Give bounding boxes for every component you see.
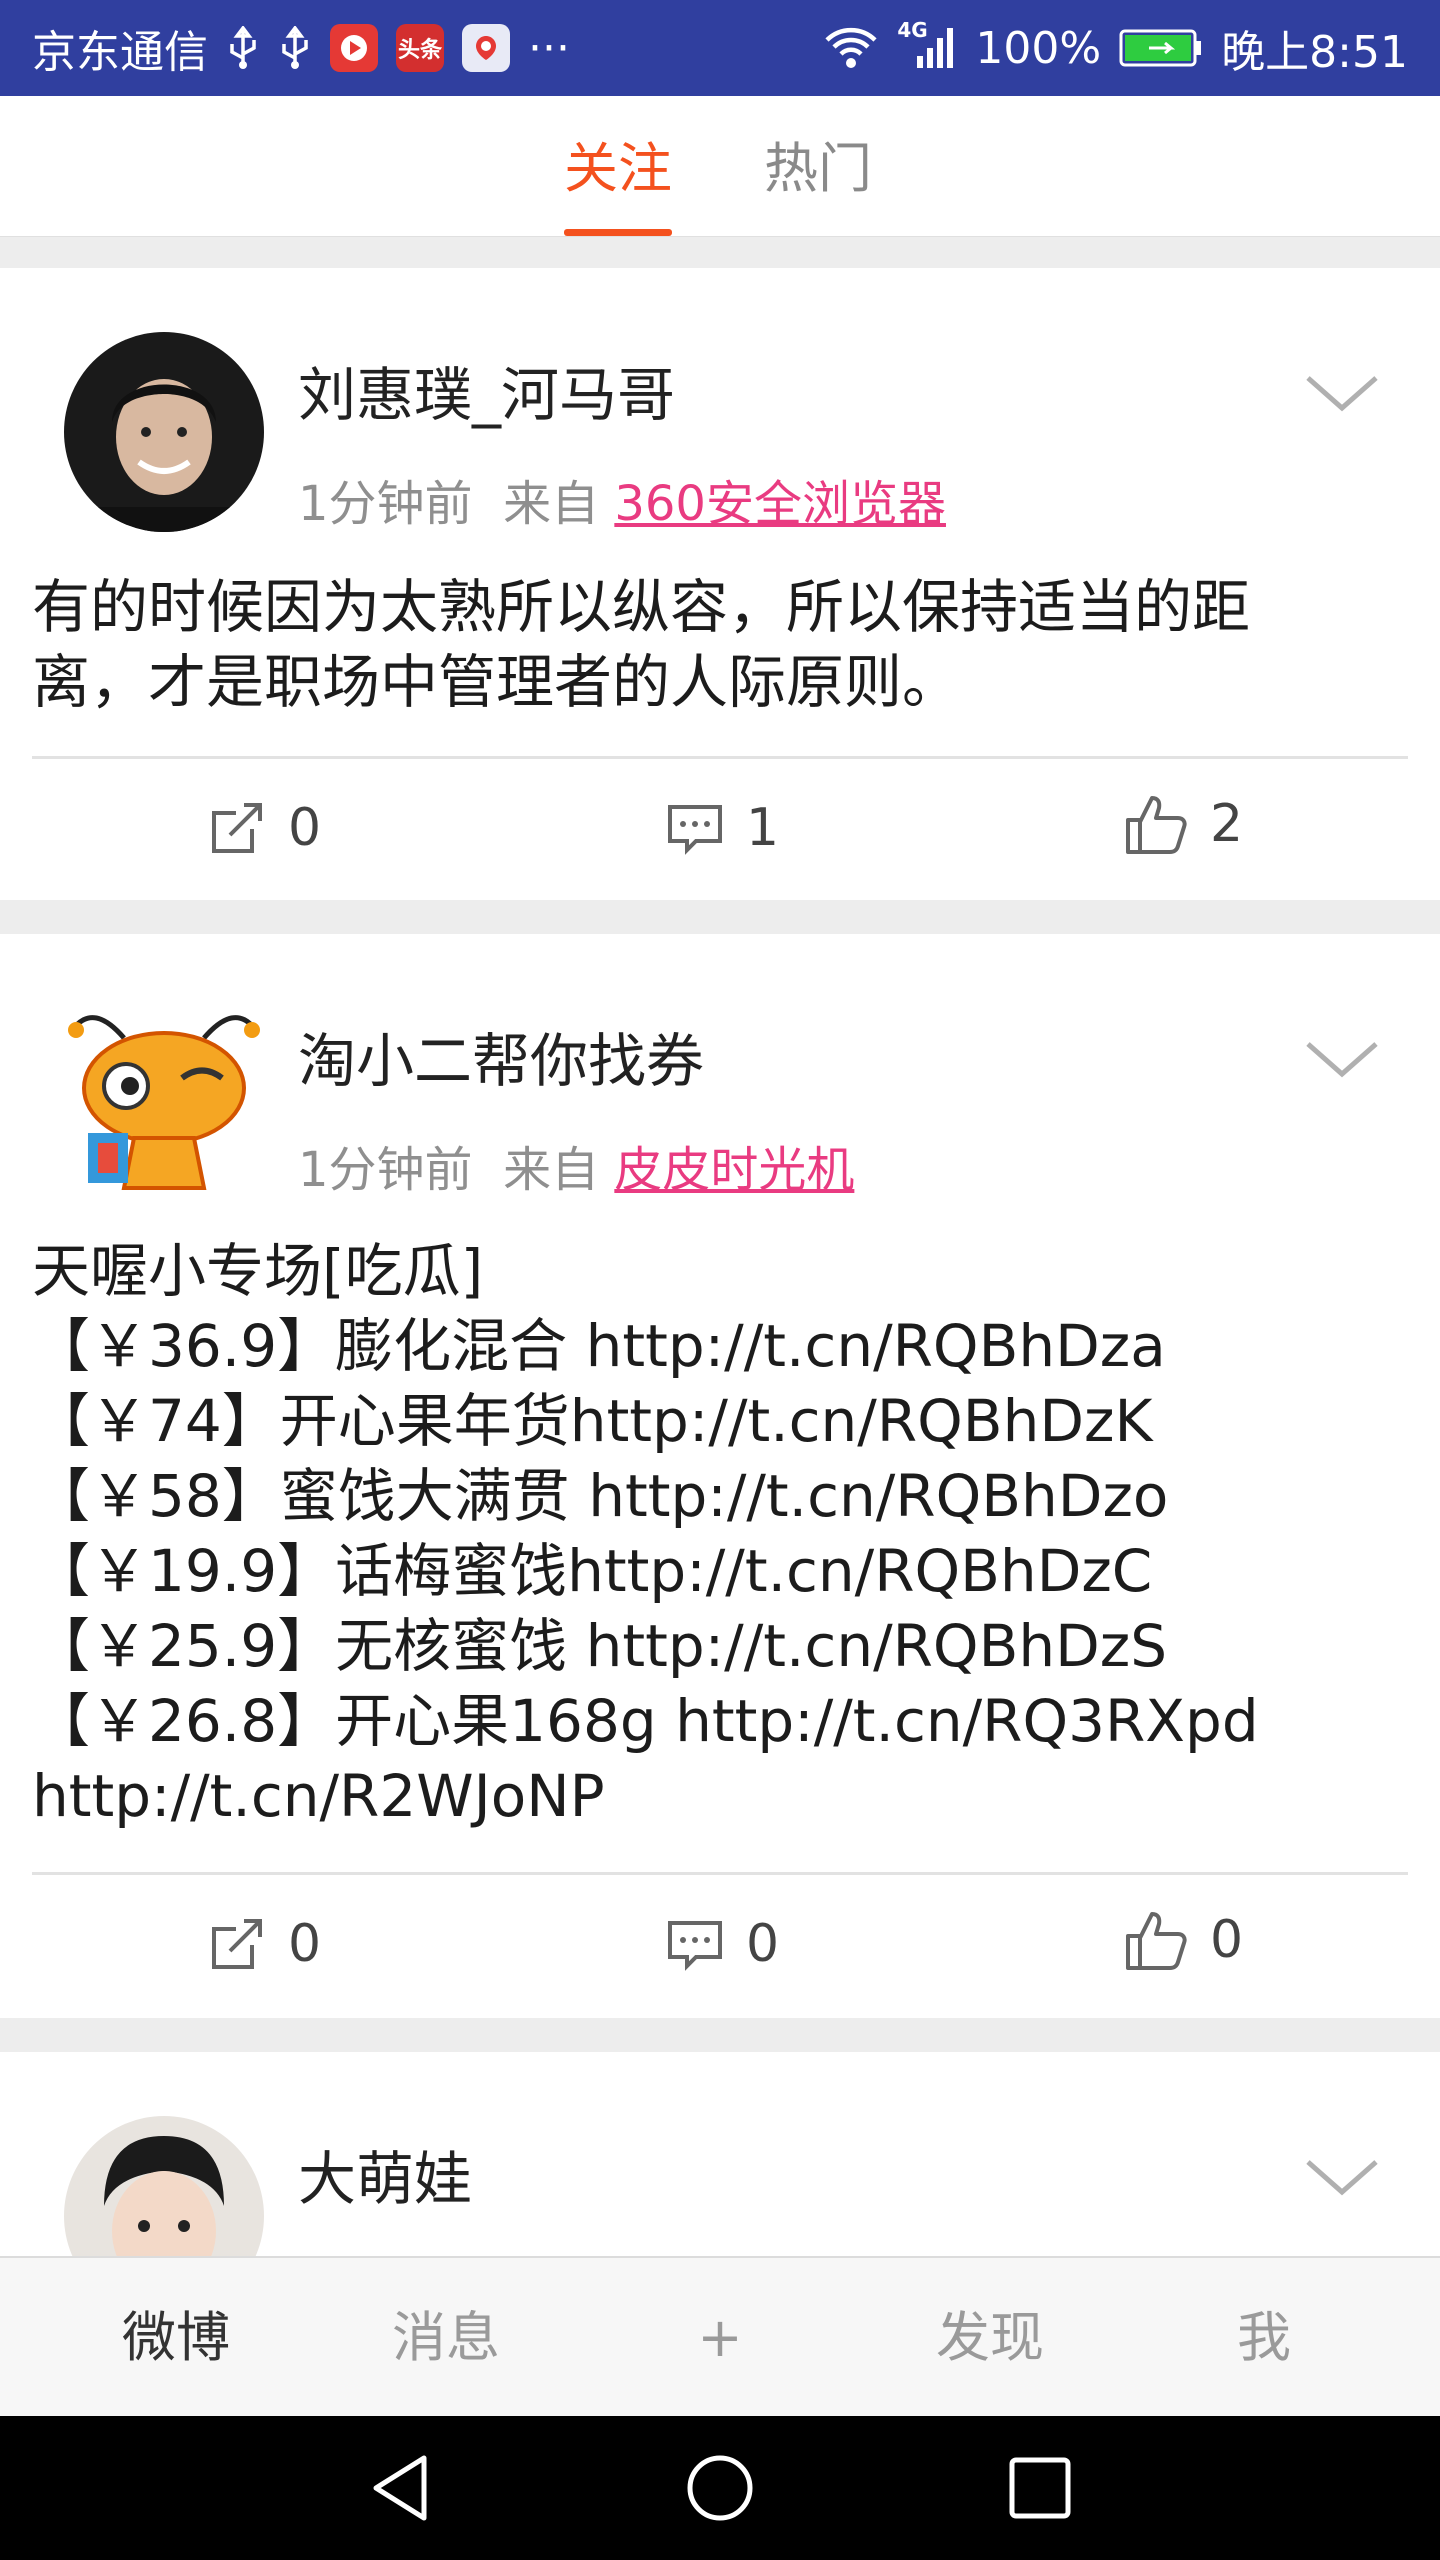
chevron-down-icon[interactable]	[1302, 368, 1382, 418]
like-count: 0	[1210, 1910, 1244, 1970]
network-type: 4G	[897, 18, 928, 42]
nav-compose-button[interactable]: +	[620, 2258, 820, 2418]
like-button[interactable]: 2	[1124, 792, 1243, 856]
nav-me[interactable]: 我	[1164, 2258, 1364, 2418]
repost-icon	[212, 803, 262, 853]
repost-icon	[212, 1919, 262, 1969]
battery-icon	[1119, 28, 1203, 68]
post-text-line[interactable]: 【￥36.9】膨化混合 http://t.cn/RQBhDza	[32, 1309, 1408, 1384]
from-label: 来自	[503, 476, 600, 532]
post-text-line[interactable]: 【￥74】开心果年货http://t.cn/RQBhDzK	[32, 1384, 1408, 1459]
post-text: 天喔小专场[吃瓜] 【￥36.9】膨化混合 http://t.cn/RQBhDz…	[32, 1234, 1408, 1834]
comment-icon	[668, 1921, 722, 1971]
clock: 晚上8:51	[1221, 27, 1408, 78]
nav-weibo[interactable]: 微博	[76, 2258, 276, 2418]
like-count: 2	[1210, 794, 1244, 854]
top-tab-bar: 关注 热门	[0, 96, 1440, 237]
post-text-line[interactable]: 【￥25.9】无核蜜饯 http://t.cn/RQBhDzS	[32, 1609, 1408, 1684]
source-link[interactable]: 360安全浏览器	[614, 476, 946, 532]
post-card: 淘小二帮你找券 1分钟前 来自 皮皮时光机 天喔小专场[吃瓜] 【￥36.9】膨…	[0, 934, 1440, 2018]
post-time: 1分钟前	[298, 476, 473, 532]
avatar[interactable]	[64, 998, 264, 1198]
post-text-line[interactable]: 【￥58】蜜饯大满贯 http://t.cn/RQBhDzo	[32, 1459, 1408, 1534]
nav-discover[interactable]: 发现	[890, 2258, 1090, 2418]
post-meta: 1分钟前 来自 皮皮时光机	[298, 1130, 854, 1200]
status-bar: 京东通信 头条 ··· 4G 100% 晚上8:51	[0, 0, 1440, 96]
thumbs-up-icon	[1126, 1912, 1187, 1970]
back-icon[interactable]	[366, 2452, 438, 2524]
post-time: 1分钟前	[298, 1142, 473, 1198]
like-button[interactable]: 0	[1124, 1908, 1243, 1972]
usb-icon	[278, 26, 312, 70]
post-text: 有的时候因为太熟所以纵容，所以保持适当的距 离，才是职场中管理者的人际原则。	[32, 570, 1408, 720]
repost-button[interactable]: 0	[208, 798, 321, 858]
from-label: 来自	[503, 1142, 600, 1198]
comment-icon	[668, 805, 722, 855]
thumbs-up-icon	[1126, 796, 1187, 854]
bottom-nav: 微博 消息 + 发现 我	[0, 2256, 1440, 2418]
chevron-down-icon[interactable]	[1302, 1034, 1382, 1084]
post-text-line[interactable]: http://t.cn/R2WJoNP	[32, 1759, 1408, 1834]
chevron-down-icon[interactable]	[1302, 2152, 1382, 2202]
recents-icon[interactable]	[1004, 2452, 1076, 2524]
comment-count: 1	[746, 798, 780, 858]
source-link[interactable]: 皮皮时光机	[614, 1142, 854, 1198]
repost-count: 0	[288, 1914, 322, 1974]
baidu-app-icon	[462, 24, 510, 72]
username[interactable]: 大萌娃	[298, 2132, 472, 2216]
avatar[interactable]	[64, 332, 264, 532]
username[interactable]: 淘小二帮你找券	[298, 1014, 704, 1098]
repost-count: 0	[288, 798, 322, 858]
battery-percent: 100%	[975, 22, 1102, 74]
post-text-line[interactable]: 【￥19.9】话梅蜜饯http://t.cn/RQBhDzC	[32, 1534, 1408, 1609]
post-card: 大萌娃	[0, 2052, 1440, 2256]
toutiao-app-icon: 头条	[396, 24, 444, 72]
username[interactable]: 刘惠璞_河马哥	[298, 348, 675, 432]
repost-button[interactable]: 0	[208, 1914, 321, 1974]
system-nav-bar	[0, 2416, 1440, 2560]
post-card: 刘惠璞_河马哥 1分钟前 来自 360安全浏览器 有的时候因为太熟所以纵容，所以…	[0, 268, 1440, 900]
comment-button[interactable]: 1	[666, 798, 779, 858]
tab-hot[interactable]: 热门	[764, 96, 872, 236]
post-text-line: 离，才是职场中管理者的人际原则。	[32, 648, 961, 716]
avatar[interactable]	[64, 2116, 264, 2256]
post-text-line: 天喔小专场[吃瓜]	[32, 1237, 484, 1305]
nav-messages[interactable]: 消息	[346, 2258, 546, 2418]
post-text-line: 有的时候因为太熟所以纵容，所以保持适当的距	[32, 573, 1251, 641]
divider	[32, 1872, 1408, 1875]
signal-icon: 4G	[897, 18, 957, 70]
more-notifications: ···	[528, 22, 570, 74]
carrier-name: 京东通信	[32, 27, 208, 78]
home-icon[interactable]	[684, 2452, 756, 2524]
video-app-icon	[330, 24, 378, 72]
divider	[32, 756, 1408, 759]
post-text-line[interactable]: 【￥26.8】开心果168g http://t.cn/RQ3RXpd	[32, 1684, 1408, 1759]
post-meta: 1分钟前 来自 360安全浏览器	[298, 464, 946, 534]
comment-count: 0	[746, 1914, 780, 1974]
tab-following[interactable]: 关注	[564, 96, 672, 236]
wifi-icon	[823, 26, 879, 70]
comment-button[interactable]: 0	[666, 1914, 779, 1974]
usb-icon	[226, 26, 260, 70]
